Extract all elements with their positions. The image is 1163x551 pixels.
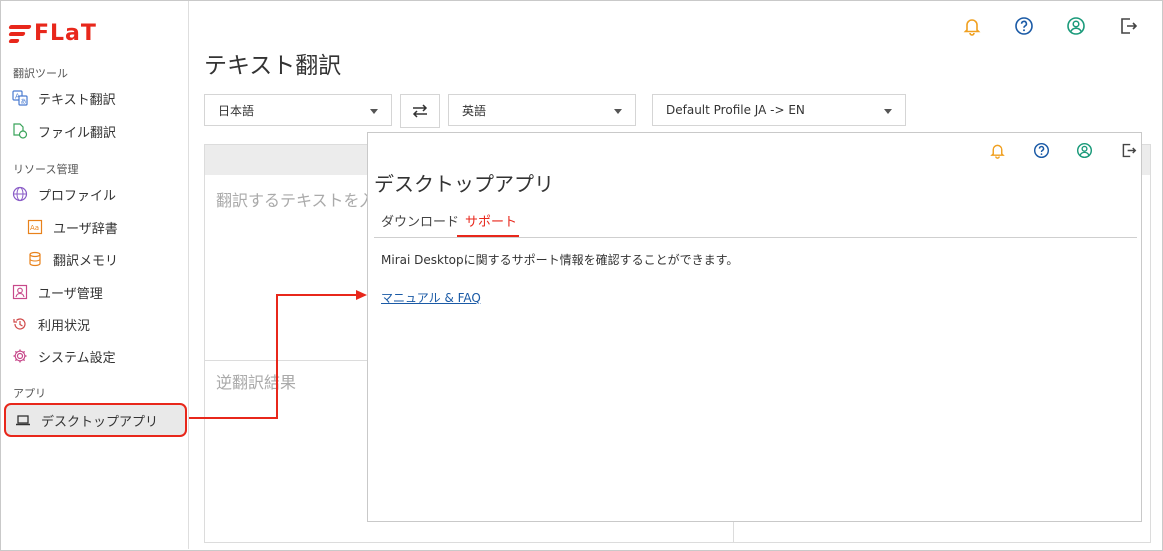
help-icon[interactable]: [1030, 139, 1052, 161]
swap-icon: [412, 104, 428, 118]
account-icon[interactable]: [1073, 139, 1095, 161]
history-icon: [12, 316, 28, 332]
source-language-select[interactable]: 日本語: [204, 94, 392, 126]
logo-mark-icon: [8, 24, 32, 43]
section-translation-tools: 翻訳ツール: [13, 67, 68, 80]
target-language-select[interactable]: 英語: [448, 94, 636, 126]
active-tab-indicator: [457, 235, 519, 237]
chevron-down-icon: [614, 109, 622, 114]
target-language-value: 英語: [462, 103, 487, 118]
sidebar-item-label: 利用状況: [38, 318, 91, 334]
sidebar-item-system-settings[interactable]: システム設定: [1, 341, 187, 371]
sidebar-item-text-translate[interactable]: Aあ テキスト翻訳: [1, 83, 187, 113]
sidebar: FLaT 翻訳ツール Aあ テキスト翻訳 ファイル翻訳 リソース管理 プロファイ…: [1, 1, 189, 549]
globe-icon: [12, 186, 28, 202]
sidebar-item-label: ユーザ管理: [38, 286, 103, 302]
sidebar-item-label: ユーザ辞書: [53, 221, 118, 237]
svg-text:あ: あ: [21, 99, 27, 106]
panel-divider: [205, 360, 367, 361]
desktop-app-window: デスクトップアプリ ダウンロード サポート Mirai Desktopに関するサ…: [367, 132, 1142, 522]
tab-bar: ダウンロード サポート: [374, 204, 1137, 238]
sidebar-item-label: プロファイル: [38, 188, 117, 204]
panel-divider-vertical: [733, 521, 734, 543]
sidebar-item-label: テキスト翻訳: [38, 92, 116, 108]
manual-faq-link[interactable]: マニュアル & FAQ: [381, 289, 481, 306]
sidebar-item-user-dictionary[interactable]: Aa ユーザ辞書: [1, 212, 187, 242]
section-apps: アプリ: [13, 387, 46, 400]
logout-icon[interactable]: [1117, 15, 1139, 37]
tab-support[interactable]: サポート: [465, 211, 517, 230]
help-icon[interactable]: [1013, 15, 1035, 37]
tab-download[interactable]: ダウンロード: [381, 211, 459, 230]
sidebar-item-desktop-app[interactable]: デスクトップアプリ: [4, 403, 187, 437]
page-title: テキスト翻訳: [204, 53, 342, 79]
swap-languages-button[interactable]: [400, 94, 440, 128]
text-translate-icon: Aあ: [12, 90, 28, 106]
laptop-icon: [15, 412, 31, 428]
file-translate-icon: [12, 123, 28, 139]
account-icon[interactable]: [1065, 15, 1087, 37]
database-icon: [27, 251, 43, 267]
sidebar-item-usage[interactable]: 利用状況: [1, 309, 187, 339]
chevron-down-icon: [370, 109, 378, 114]
gear-icon: [12, 348, 28, 364]
profile-value: Default Profile JA -> EN: [666, 103, 805, 117]
sidebar-item-file-translate[interactable]: ファイル翻訳: [1, 116, 187, 146]
sidebar-item-translation-memory[interactable]: 翻訳メモリ: [1, 244, 187, 274]
back-translation-label: 逆翻訳結果: [216, 373, 297, 392]
source-text-input[interactable]: 翻訳するテキストを入: [216, 187, 376, 211]
chevron-down-icon: [884, 109, 892, 114]
svg-text:Aa: Aa: [30, 224, 39, 232]
sidebar-item-label: 翻訳メモリ: [53, 253, 119, 269]
bell-icon[interactable]: [986, 139, 1008, 161]
user-card-icon: [12, 284, 28, 300]
dictionary-icon: Aa: [27, 219, 43, 235]
bell-icon[interactable]: [961, 15, 983, 37]
logout-icon[interactable]: [1117, 139, 1139, 161]
sidebar-item-profile[interactable]: プロファイル: [1, 179, 187, 209]
section-resource-management: リソース管理: [13, 163, 79, 176]
profile-select[interactable]: Default Profile JA -> EN: [652, 94, 906, 126]
desktop-app-title: デスクトップアプリ: [374, 172, 554, 196]
source-language-value: 日本語: [218, 103, 255, 118]
sidebar-item-user-management[interactable]: ユーザ管理: [1, 277, 187, 307]
support-description: Mirai Desktopに関するサポート情報を確認することができます。: [381, 253, 739, 267]
sidebar-item-label: ファイル翻訳: [38, 125, 117, 141]
sidebar-item-label: システム設定: [38, 350, 116, 366]
sidebar-item-label: デスクトップアプリ: [41, 414, 159, 430]
logo-text: FLaT: [34, 20, 97, 46]
flat-logo[interactable]: FLaT: [8, 20, 97, 46]
